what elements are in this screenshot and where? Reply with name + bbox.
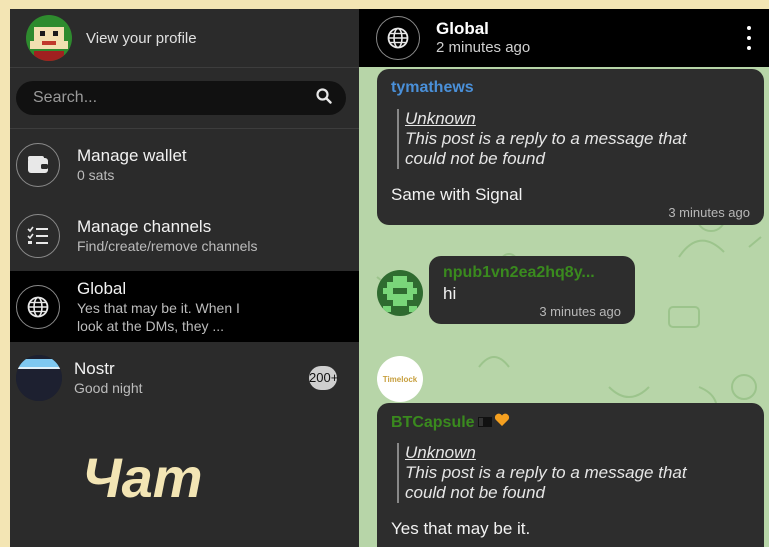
quote-text: This post is a reply to a message that [405, 129, 687, 148]
search-box[interactable] [16, 81, 346, 115]
search-input[interactable] [33, 89, 293, 107]
reply-quote[interactable]: Unknown This post is a reply to a messag… [397, 109, 687, 169]
sidebar-item-subtitle: Find/create/remove channels [77, 237, 258, 254]
message-time: 3 minutes ago [668, 205, 750, 220]
profile-button[interactable]: View your profile [10, 9, 359, 68]
sidebar: View your profile Search... Manage walle… [10, 9, 359, 547]
sidebar-item-manage-channels[interactable]: Manage channels Find/create/remove chann… [10, 200, 359, 271]
quote-author: Unknown [405, 443, 476, 462]
message-sender-row: BTCapsule [391, 413, 510, 432]
message-bubble[interactable]: npub1vn2ea2hq8y... hi 3 minutes ago [429, 256, 635, 324]
message-text: Yes that may be it. [391, 519, 531, 538]
sidebar-item-subtitle: look at the DMs, they ... [77, 317, 225, 334]
quote-author: Unknown [405, 109, 476, 128]
app-window: View your profile Search... Manage walle… [10, 9, 769, 547]
sender-avatar[interactable] [377, 270, 423, 316]
nostr-avatar [16, 354, 62, 401]
message-sender[interactable]: BTCapsule [391, 414, 475, 432]
sender-avatar[interactable]: Timelock [377, 356, 423, 402]
sidebar-item-title: Manage channels [77, 216, 212, 236]
quote-text: could not be found [405, 483, 545, 502]
message-text: Same with Signal [391, 185, 523, 204]
chat-title: Global [436, 19, 489, 38]
checklist-icon [16, 213, 60, 258]
message-time: 3 minutes ago [539, 304, 621, 319]
search-icon[interactable] [316, 87, 332, 109]
globe-icon [16, 284, 60, 329]
sidebar-item-nostr[interactable]: Nostr Good night 200+ [10, 342, 359, 413]
watermark-text: Чат [82, 446, 203, 509]
wallet-icon [16, 142, 60, 187]
sidebar-item-title: Manage wallet [77, 145, 187, 165]
quote-text: This post is a reply to a message that [405, 463, 687, 482]
chat-panel: Global 2 minutes ago tymathews Unknown T… [359, 9, 769, 547]
message-bubble[interactable]: BTCapsule Unknown This post is a reply t… [377, 403, 764, 547]
reply-quote[interactable]: Unknown This post is a reply to a messag… [397, 443, 687, 503]
globe-icon[interactable] [376, 16, 420, 60]
message-sender[interactable]: npub1vn2ea2hq8y... [443, 264, 595, 282]
sidebar-item-subtitle: Good night [74, 379, 143, 396]
sidebar-item-manage-wallet[interactable]: Manage wallet 0 sats [10, 129, 359, 200]
sidebar-item-global[interactable]: Global Yes that may be it. When I look a… [10, 271, 359, 342]
sidebar-item-subtitle: 0 sats [77, 166, 115, 183]
unread-badge: 200+ [309, 366, 338, 390]
quote-text: could not be found [405, 149, 545, 168]
chat-subtitle: 2 minutes ago [436, 39, 531, 56]
profile-avatar [26, 15, 72, 61]
profile-label: View your profile [86, 29, 197, 47]
sidebar-item-title: Global [77, 278, 127, 298]
sidebar-item-subtitle: Yes that may be it. When I [77, 299, 240, 316]
chat-header: Global 2 minutes ago [359, 9, 769, 67]
search-bar [10, 68, 359, 129]
more-options-icon[interactable] [743, 26, 755, 50]
flag-icon [477, 414, 492, 432]
avatar-logo-text: Timelock [382, 374, 418, 384]
message-text: hi [443, 284, 457, 303]
orange-heart-icon [494, 413, 510, 432]
message-sender[interactable]: tymathews [391, 79, 474, 97]
sidebar-item-title: Nostr [74, 358, 115, 378]
message-bubble[interactable]: tymathews Unknown This post is a reply t… [377, 69, 764, 225]
